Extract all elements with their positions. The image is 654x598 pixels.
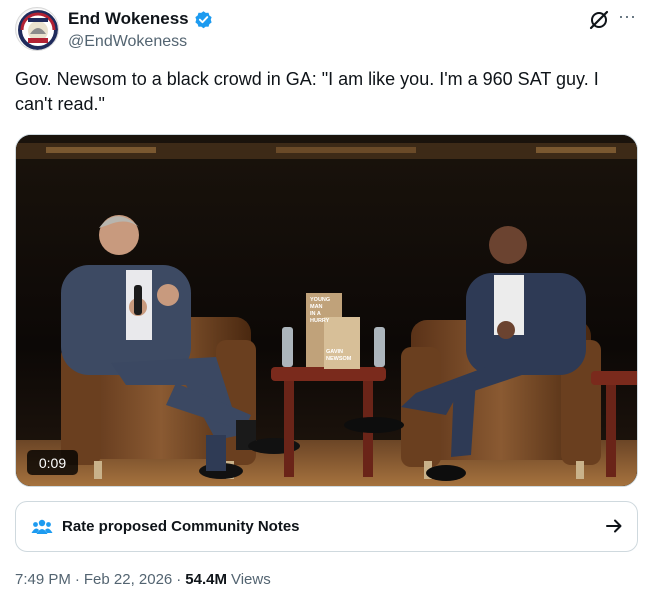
tweet-date[interactable]: Feb 22, 2026	[84, 571, 172, 588]
book-author-line: NEWSOM	[326, 356, 352, 362]
tweet-time[interactable]: 7:49 PM	[15, 571, 71, 588]
book-title-line: MAN	[310, 304, 323, 310]
book-title-line: YOUNG	[310, 297, 330, 303]
book-title-line: IN A	[310, 311, 321, 317]
views-count[interactable]: 54.4M	[185, 571, 227, 588]
author-name-row[interactable]: End Wokeness	[68, 9, 213, 29]
book-title-line: HURRY	[310, 318, 330, 324]
more-options-button[interactable]: ···	[618, 6, 636, 27]
author-handle[interactable]: @EndWokeness	[68, 33, 187, 51]
meta-separator: ·	[176, 571, 182, 588]
grok-icon[interactable]	[588, 9, 610, 31]
community-notes-icon	[31, 519, 53, 534]
verified-badge-icon[interactable]	[194, 10, 213, 29]
rate-community-notes-button[interactable]: Rate proposed Community Notes	[15, 501, 638, 552]
book-author-line: GAVIN	[326, 349, 343, 355]
profile-badge-icon	[17, 9, 58, 50]
tweet-meta: 7:49 PM · Feb 22, 2026 · 54.4M Views	[15, 571, 271, 588]
video-player[interactable]: YOUNG MAN IN A HURRY GAVIN NEWSOM	[15, 134, 638, 487]
views-label: Views	[230, 571, 271, 588]
meta-separator: ·	[74, 571, 80, 588]
video-duration-badge[interactable]: 0:09	[27, 450, 78, 475]
display-name[interactable]: End Wokeness	[68, 9, 189, 29]
arrow-right-icon	[606, 519, 622, 533]
avatar[interactable]	[15, 7, 59, 51]
tweet-text: Gov. Newsom to a black crowd in GA: "I a…	[15, 69, 599, 114]
video-frame: YOUNG MAN IN A HURRY GAVIN NEWSOM	[16, 135, 637, 486]
community-notes-label: Rate proposed Community Notes	[62, 518, 300, 535]
